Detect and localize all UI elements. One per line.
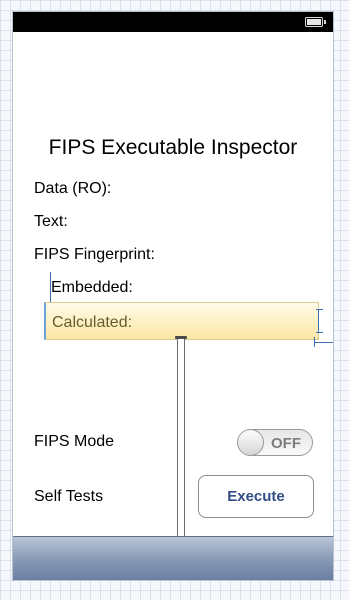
- alignment-guide-horizontal: [314, 342, 333, 343]
- battery-icon: [305, 17, 326, 27]
- fips-mode-label: FIPS Mode: [34, 433, 115, 450]
- calculated-label-selected[interactable]: Calculated:: [44, 302, 319, 340]
- embedded-label: Embedded:: [51, 279, 133, 296]
- fips-fingerprint-label: FIPS Fingerprint:: [34, 246, 155, 263]
- data-ro-label: Data (RO):: [34, 180, 112, 197]
- text-label: Text:: [34, 213, 68, 230]
- page-title: FIPS Executable Inspector: [48, 136, 298, 159]
- vertical-spacing-guide[interactable]: [175, 336, 187, 539]
- switch-knob[interactable]: [238, 430, 264, 455]
- resize-handle[interactable]: [316, 309, 325, 333]
- switch-state-label: OFF: [271, 435, 301, 452]
- self-tests-label: Self Tests: [34, 488, 104, 505]
- bottom-toolbar: [13, 536, 333, 580]
- device-screen: FIPS Executable Inspector Data (RO): Tex…: [13, 12, 333, 580]
- calculated-label: Calculated:: [52, 314, 133, 331]
- execute-button[interactable]: Execute: [198, 475, 314, 518]
- fips-mode-switch[interactable]: OFF: [237, 429, 313, 456]
- status-bar: [13, 12, 333, 32]
